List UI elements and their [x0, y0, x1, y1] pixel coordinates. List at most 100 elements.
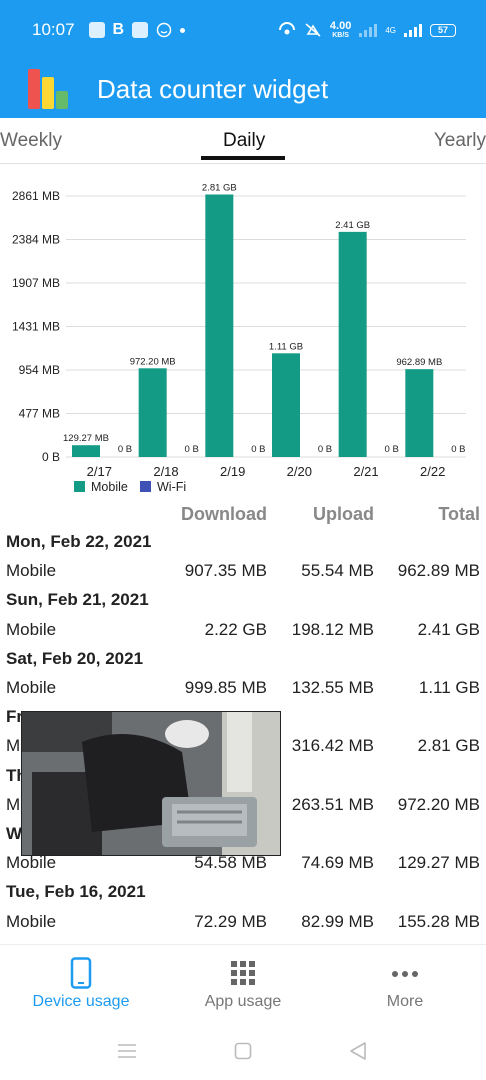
- download-value: 54.58 MB: [194, 853, 267, 873]
- x-tick-label: 2/18: [153, 464, 178, 479]
- battery-indicator: 57: [430, 23, 456, 37]
- nav-app-usage[interactable]: App usage: [162, 945, 324, 1025]
- bar-mobile: [272, 353, 300, 457]
- nav-app-usage-label: App usage: [204, 993, 282, 1010]
- connection-type: M: [6, 736, 21, 756]
- date-row: Sun, Feb 21, 2021: [0, 586, 486, 615]
- network-type: 4G: [385, 25, 396, 35]
- upload-value: 55.54 MB: [301, 561, 374, 581]
- nav-device-usage-label: Device usage: [32, 993, 130, 1010]
- back-icon[interactable]: [349, 1041, 367, 1061]
- y-tick-label: 2861 MB: [12, 189, 60, 203]
- bar-mobile: [338, 231, 367, 457]
- bar-label-wifi: 0 B: [385, 444, 399, 455]
- x-tick-label: 2/22: [420, 464, 445, 479]
- x-tick-label: 2/20: [287, 464, 312, 479]
- connection-type: Mobile: [6, 911, 57, 931]
- bar-label-wifi: 0 B: [451, 444, 465, 455]
- download-value: 2.22 GB: [204, 619, 267, 639]
- app-logo-icon: [26, 67, 72, 111]
- download-value: 999.85 MB: [184, 678, 267, 697]
- total-value: 972.20 MB: [397, 794, 480, 814]
- y-tick-label: 1431 MB: [12, 320, 60, 334]
- b-notification-icon: B: [112, 21, 125, 38]
- y-tick-label: 2384 MB: [12, 233, 60, 247]
- header-total: Total: [438, 504, 480, 524]
- system-navigation-bar: [0, 1024, 486, 1080]
- table-header: Download Upload Total: [0, 500, 486, 529]
- table-row: Mobile 2.22 GB 198.12 MB 2.41 GB: [0, 616, 486, 645]
- header-upload: Upload: [313, 504, 374, 524]
- connection-type: Mobile: [6, 853, 57, 873]
- bar-label-wifi: 0 B: [251, 444, 265, 455]
- logo-bar-red: [28, 69, 40, 109]
- connection-type: Mobile: [6, 678, 57, 697]
- total-value: 962.89 MB: [397, 561, 480, 581]
- date-label: Sat, Feb 20, 2021: [6, 648, 144, 668]
- tab-weekly[interactable]: Weekly: [0, 130, 62, 152]
- bottom-navigation: Device usage App usage More: [0, 944, 486, 1024]
- table-row: Mobile 72.29 MB 82.99 MB 155.28 MB: [0, 908, 486, 937]
- logo-bar-green: [56, 91, 68, 109]
- status-time: 10:07: [32, 20, 75, 39]
- bar-label-mobile: 1.11 GB: [269, 341, 303, 352]
- bar-label-mobile: 962.89 MB: [396, 357, 442, 368]
- more-dots-icon: [392, 971, 418, 977]
- phone-icon: [70, 957, 92, 989]
- nav-more[interactable]: More: [324, 945, 486, 1025]
- home-icon[interactable]: [234, 1042, 252, 1060]
- tab-daily[interactable]: Daily: [223, 130, 265, 152]
- app-notification-icon: [88, 22, 105, 38]
- status-right-icons: 4.00 KB/S 4G 57: [278, 19, 456, 40]
- date-row: Sat, Feb 20, 2021: [0, 645, 486, 674]
- bar-mobile: [72, 445, 100, 457]
- total-value: 129.27 MB: [397, 853, 480, 873]
- download-value: 907.35 MB: [184, 561, 267, 581]
- video-overlay-thumbnail[interactable]: [21, 711, 281, 856]
- x-tick-label: 2/17: [87, 464, 112, 479]
- legend-swatch-wifi: [140, 481, 151, 492]
- recent-apps-icon[interactable]: [117, 1043, 137, 1059]
- upload-value: 198.12 MB: [291, 619, 374, 639]
- nav-device-usage[interactable]: Device usage: [0, 945, 162, 1025]
- bar-label-wifi: 0 B: [118, 444, 132, 455]
- app-title: Data counter widget: [97, 73, 329, 104]
- bar-label-mobile: 972.20 MB: [130, 356, 176, 367]
- connection-type: M: [6, 794, 21, 814]
- bar-mobile: [138, 368, 167, 457]
- date-row: Mon, Feb 22, 2021: [0, 528, 486, 557]
- signal-icon-2: [404, 23, 422, 37]
- signal-icon-1: [359, 23, 378, 37]
- app-bar: Data counter widget: [0, 60, 486, 118]
- upload-value: 74.69 MB: [301, 853, 374, 873]
- date-label: Tue, Feb 16, 2021: [6, 882, 146, 902]
- video-frame-image: [22, 712, 280, 855]
- legend-label-mobile: Mobile: [91, 480, 128, 494]
- total-value: 155.28 MB: [397, 911, 480, 931]
- table-row: Mobile 907.35 MB 55.54 MB 962.89 MB: [0, 557, 486, 586]
- upload-value: 82.99 MB: [301, 911, 374, 931]
- status-bar: 10:07 B 4.00 KB/S 4G 57: [0, 0, 486, 60]
- bar-label-mobile: 2.81 GB: [202, 183, 237, 194]
- bar-label-mobile: 129.27 MB: [63, 433, 109, 444]
- connection-type: Mobile: [6, 561, 57, 581]
- y-tick-label: 0 B: [42, 450, 60, 464]
- grid-icon: [231, 961, 255, 985]
- legend-swatch-mobile: [74, 481, 85, 492]
- y-tick-label: 1907 MB: [12, 276, 60, 290]
- net-speed: 4.00 KB/S: [329, 19, 352, 40]
- upload-value: 263.51 MB: [291, 794, 374, 814]
- upload-value: 316.42 MB: [291, 736, 374, 756]
- total-value: 1.11 GB: [418, 678, 480, 697]
- y-tick-label: 954 MB: [19, 363, 60, 377]
- legend-label-wifi: Wi-Fi: [157, 480, 186, 494]
- nav-more-label: More: [386, 993, 424, 1010]
- bar-mobile: [405, 369, 434, 457]
- x-tick-label: 2/19: [220, 464, 245, 479]
- tab-yearly[interactable]: Yearly: [434, 130, 486, 152]
- bar-mobile: [205, 194, 234, 457]
- more-notifications-icon: [180, 27, 186, 33]
- upload-value: 132.55 MB: [291, 678, 374, 697]
- smiley-icon: [156, 22, 172, 38]
- net-speed-value: 4.00: [329, 19, 352, 32]
